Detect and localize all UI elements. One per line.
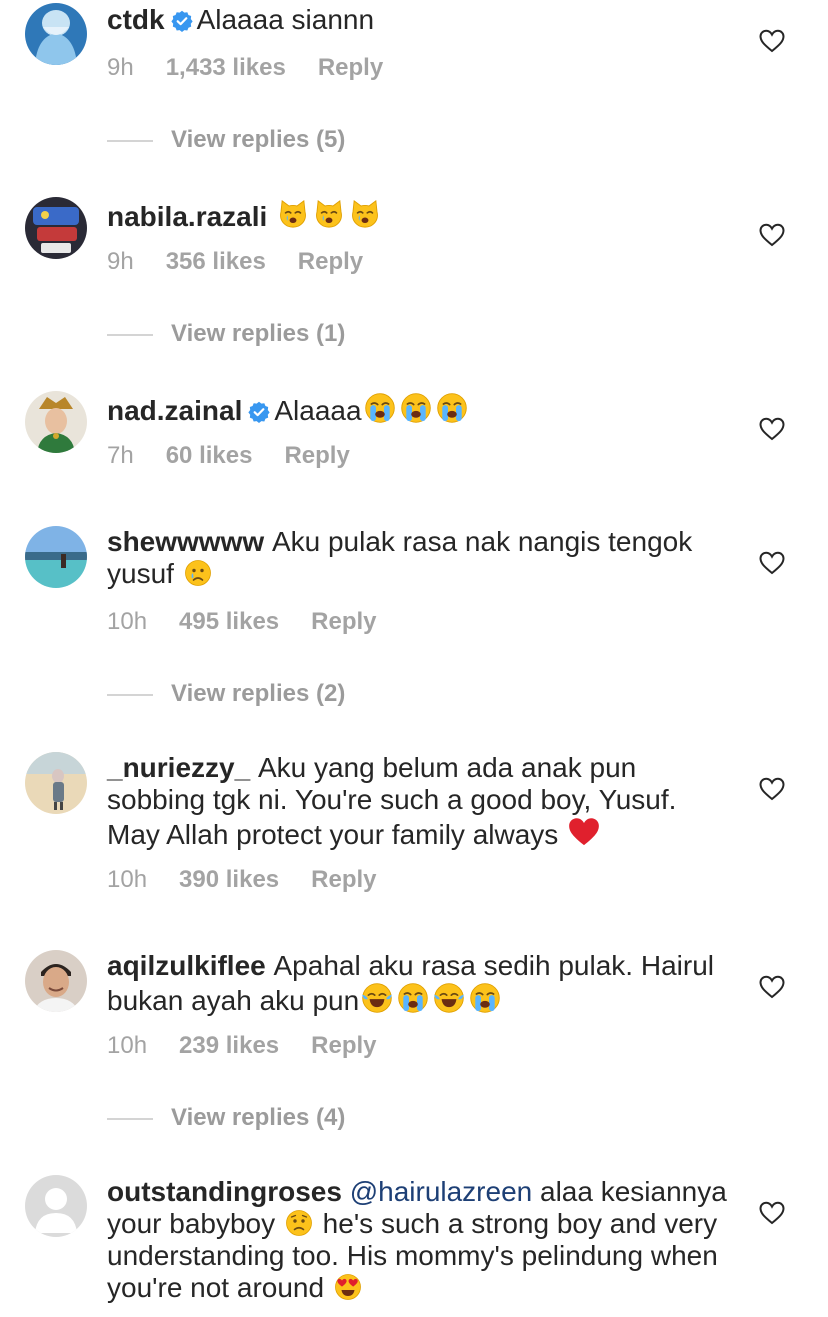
view-replies-button[interactable]: View replies (4)	[107, 1104, 345, 1132]
reply-button[interactable]: Reply	[311, 866, 376, 893]
crying-face-emoji	[184, 559, 212, 587]
comment-message: Alaaaa	[274, 395, 362, 426]
comment-text: ctdk Alaaaa siannn	[107, 4, 727, 36]
like-heart-icon[interactable]	[759, 29, 785, 53]
tears-of-joy-emoji	[361, 982, 393, 1014]
crying-cat-emoji	[349, 198, 381, 230]
comment-time: 9h	[107, 248, 134, 275]
comment-time: 9h	[107, 54, 134, 81]
username[interactable]: outstandingroses	[107, 1176, 342, 1207]
crying-cat-emoji	[277, 198, 309, 230]
comment-text: shewwwww Aku pulak rasa nak nangis tengo…	[107, 526, 727, 590]
comment-time: 10h	[107, 866, 148, 893]
likes-count[interactable]: 239 likes	[179, 1032, 279, 1059]
avatar-placeholder[interactable]	[25, 1175, 87, 1237]
reply-button[interactable]: Reply	[311, 608, 376, 635]
reply-button[interactable]: Reply	[284, 442, 349, 469]
comment-time: 10h	[107, 1032, 148, 1059]
view-replies-label: View replies (4)	[171, 1104, 346, 1131]
heart-eyes-emoji	[334, 1273, 362, 1301]
likes-count[interactable]: 390 likes	[179, 866, 279, 893]
like-heart-icon[interactable]	[759, 551, 785, 575]
username[interactable]: nabila.razali	[107, 201, 267, 232]
divider-line	[107, 693, 153, 696]
like-heart-icon[interactable]	[759, 1201, 785, 1225]
comment-time: 10h	[107, 608, 148, 635]
loudly-crying-emoji	[400, 392, 432, 424]
view-replies-label: View replies (5)	[171, 126, 346, 153]
username[interactable]: nad.zainal	[107, 395, 242, 426]
view-replies-button[interactable]: View replies (5)	[107, 126, 345, 154]
like-heart-icon[interactable]	[759, 975, 785, 999]
reply-button[interactable]: Reply	[311, 1032, 376, 1059]
username[interactable]: aqilzulkiflee	[107, 950, 266, 981]
comment-text: _nuriezzy_ Aku yang belum ada anak pun s…	[107, 752, 727, 851]
comment-text: outstandingroses @hairulazreen alaa kesi…	[107, 1176, 727, 1304]
tears-of-joy-emoji	[433, 982, 465, 1014]
view-replies-label: View replies (1)	[171, 320, 346, 347]
red-heart-emoji	[568, 816, 600, 848]
username[interactable]: shewwwww	[107, 526, 264, 557]
verified-badge-icon	[171, 10, 193, 32]
avatar[interactable]	[25, 526, 87, 588]
like-heart-icon[interactable]	[759, 417, 785, 441]
likes-count[interactable]: 356 likes	[166, 248, 266, 275]
comment-meta: 10h 239 likes Reply	[107, 1032, 377, 1060]
verified-badge-icon	[248, 401, 270, 423]
loudly-crying-emoji	[469, 982, 501, 1014]
likes-count[interactable]: 1,433 likes	[166, 54, 286, 81]
avatar[interactable]	[25, 197, 87, 259]
avatar[interactable]	[25, 3, 87, 65]
username[interactable]: _nuriezzy_	[107, 752, 250, 783]
worried-face-emoji	[285, 1209, 313, 1237]
comment-meta: 9h 1,433 likes Reply	[107, 54, 383, 82]
username[interactable]: ctdk	[107, 4, 165, 35]
reply-button[interactable]: Reply	[318, 54, 383, 81]
loudly-crying-emoji	[436, 392, 468, 424]
likes-count[interactable]: 60 likes	[166, 442, 253, 469]
likes-count[interactable]: 495 likes	[179, 608, 279, 635]
loudly-crying-emoji	[364, 392, 396, 424]
comment-text: nad.zainal Alaaaa	[107, 392, 727, 427]
divider-line	[107, 139, 153, 142]
crying-cat-emoji	[313, 198, 345, 230]
avatar[interactable]	[25, 391, 87, 453]
comment-meta: 7h 60 likes Reply	[107, 442, 350, 470]
mention-link[interactable]: @hairulazreen	[350, 1176, 533, 1207]
view-replies-label: View replies (2)	[171, 680, 346, 707]
avatar[interactable]	[25, 950, 87, 1012]
reply-button[interactable]: Reply	[298, 248, 363, 275]
divider-line	[107, 333, 153, 336]
view-replies-button[interactable]: View replies (2)	[107, 680, 345, 708]
divider-line	[107, 1117, 153, 1120]
view-replies-button[interactable]: View replies (1)	[107, 320, 345, 348]
like-heart-icon[interactable]	[759, 223, 785, 247]
comment-meta: 10h 495 likes Reply	[107, 608, 377, 636]
comment-time: 7h	[107, 442, 134, 469]
comment-text: nabila.razali	[107, 198, 727, 233]
comment-text: aqilzulkiflee Apahal aku rasa sedih pula…	[107, 950, 727, 1017]
comment-meta: 10h 390 likes Reply	[107, 866, 377, 894]
avatar[interactable]	[25, 752, 87, 814]
comment-message: Alaaaa siannn	[196, 4, 375, 35]
comment-meta: 9h 356 likes Reply	[107, 248, 363, 276]
loudly-crying-emoji	[397, 982, 429, 1014]
like-heart-icon[interactable]	[759, 777, 785, 801]
